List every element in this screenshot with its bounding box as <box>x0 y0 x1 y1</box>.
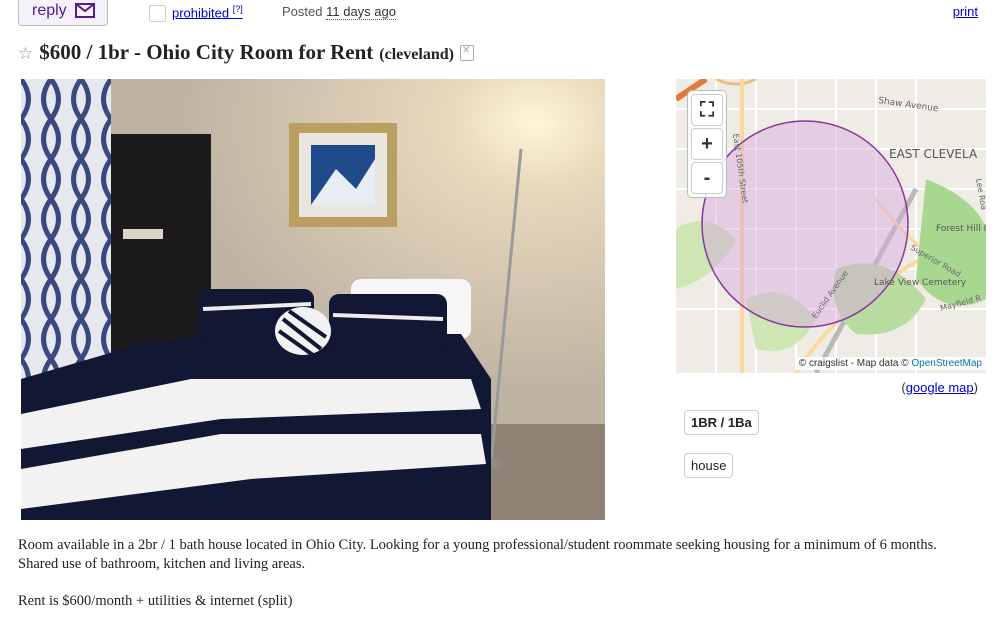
bedroom-photo-image <box>21 79 605 520</box>
posted-date: Posted 11 days ago <box>282 4 396 20</box>
posting-body-paragraph: Rent is $600/month + utilities & interne… <box>18 593 293 609</box>
posting-location: (cleveland) <box>379 46 454 63</box>
hide-posting-icon[interactable] <box>459 45 474 61</box>
attr-housing-type: house <box>684 453 734 478</box>
openstreetmap-link[interactable]: OpenStreetMap <box>911 358 982 369</box>
prohibited-help-link[interactable]: [?] <box>233 4 243 14</box>
map-label-lake-view: Lake View Cemetery <box>874 278 967 288</box>
google-map-link[interactable]: google map <box>906 380 974 395</box>
zoom-out-button[interactable]: - <box>692 163 722 193</box>
favorite-star-icon[interactable]: ☆ <box>18 44 33 64</box>
map-controls: ⛶ + - <box>688 91 726 197</box>
top-bar: reply prohibited [?] Posted 11 days ago … <box>0 0 1000 30</box>
reply-button[interactable]: reply <box>18 0 108 26</box>
map-attribution: © craigslist - Map data © OpenStreetMap <box>794 357 986 370</box>
prohibited-checkbox[interactable] <box>149 5 166 22</box>
zoom-in-button[interactable]: + <box>692 129 722 159</box>
attr-bedrooms-baths: 1BR / 1Ba <box>684 410 759 435</box>
print-link[interactable]: print <box>953 4 978 19</box>
posting-body-paragraph: Room available in a 2br / 1 bath house l… <box>18 537 937 572</box>
map-label-forest-hill: Forest Hill Park <box>936 224 986 234</box>
listing-photo[interactable] <box>21 79 605 520</box>
map-label-east-cleveland: EAST CLEVELA <box>889 147 978 161</box>
posting-body: Room available in a 2br / 1 bath house l… <box>18 536 978 629</box>
posted-ago: 11 days ago <box>326 4 396 20</box>
prohibited-label: prohibited <box>172 5 230 21</box>
map-attribution-text: © craigslist - Map data © <box>798 358 909 369</box>
posting-title: ☆ $600 / 1br - Ohio City Room for Rent (… <box>18 40 474 65</box>
reply-label: reply <box>32 1 67 19</box>
google-map-close-paren: ) <box>973 380 978 395</box>
posting-title-text: $600 / 1br - Ohio City Room for Rent <box>39 40 374 64</box>
prohibited-link[interactable]: prohibited [?] <box>172 4 243 20</box>
google-map-link-wrap: (google map) <box>901 380 978 395</box>
fullscreen-icon[interactable]: ⛶ <box>692 95 722 125</box>
envelope-icon <box>74 3 95 18</box>
posted-label: Posted <box>282 4 323 19</box>
